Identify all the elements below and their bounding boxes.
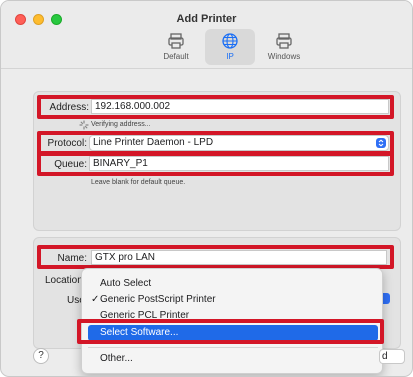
address-status: Verifying address... bbox=[91, 121, 151, 128]
name-highlight bbox=[37, 245, 394, 269]
add-printer-window: Add Printer Default IP Windows Address: … bbox=[0, 0, 413, 377]
globe-icon bbox=[222, 33, 238, 49]
location-label: Location bbox=[45, 275, 83, 286]
title-bar: Add Printer Default IP Windows bbox=[1, 1, 412, 69]
help-button[interactable]: ? bbox=[33, 348, 49, 364]
menu-item-label: Other... bbox=[100, 353, 133, 364]
menu-item-generic-postscript[interactable]: ✓ Generic PostScript Printer bbox=[88, 292, 378, 308]
tab-ip[interactable]: IP bbox=[205, 29, 255, 65]
add-button[interactable]: d bbox=[379, 349, 405, 364]
window-title: Add Printer bbox=[176, 13, 237, 25]
checkmark-icon: ✓ bbox=[91, 294, 100, 305]
menu-item-other[interactable]: Other... bbox=[88, 351, 378, 367]
spinner-icon bbox=[79, 120, 89, 130]
menu-item-label: Generic PostScript Printer bbox=[100, 294, 216, 305]
printer-type-toolbar: Default IP Windows bbox=[151, 29, 309, 65]
queue-highlight bbox=[37, 152, 394, 176]
tab-windows-label: Windows bbox=[267, 52, 301, 61]
menu-item-label: Auto Select bbox=[100, 278, 152, 289]
tab-default-label: Default bbox=[163, 52, 189, 61]
menu-separator bbox=[88, 347, 378, 348]
address-highlight bbox=[37, 95, 394, 119]
select-software-highlight bbox=[77, 319, 384, 344]
queue-hint: Leave blank for default queue. bbox=[91, 179, 186, 186]
tab-default[interactable]: Default bbox=[151, 29, 201, 65]
tab-windows[interactable]: Windows bbox=[259, 29, 309, 65]
printer-icon bbox=[168, 33, 184, 49]
menu-item-auto-select[interactable]: Auto Select bbox=[88, 276, 378, 292]
printer-icon bbox=[276, 33, 292, 49]
tab-ip-label: IP bbox=[226, 52, 234, 61]
